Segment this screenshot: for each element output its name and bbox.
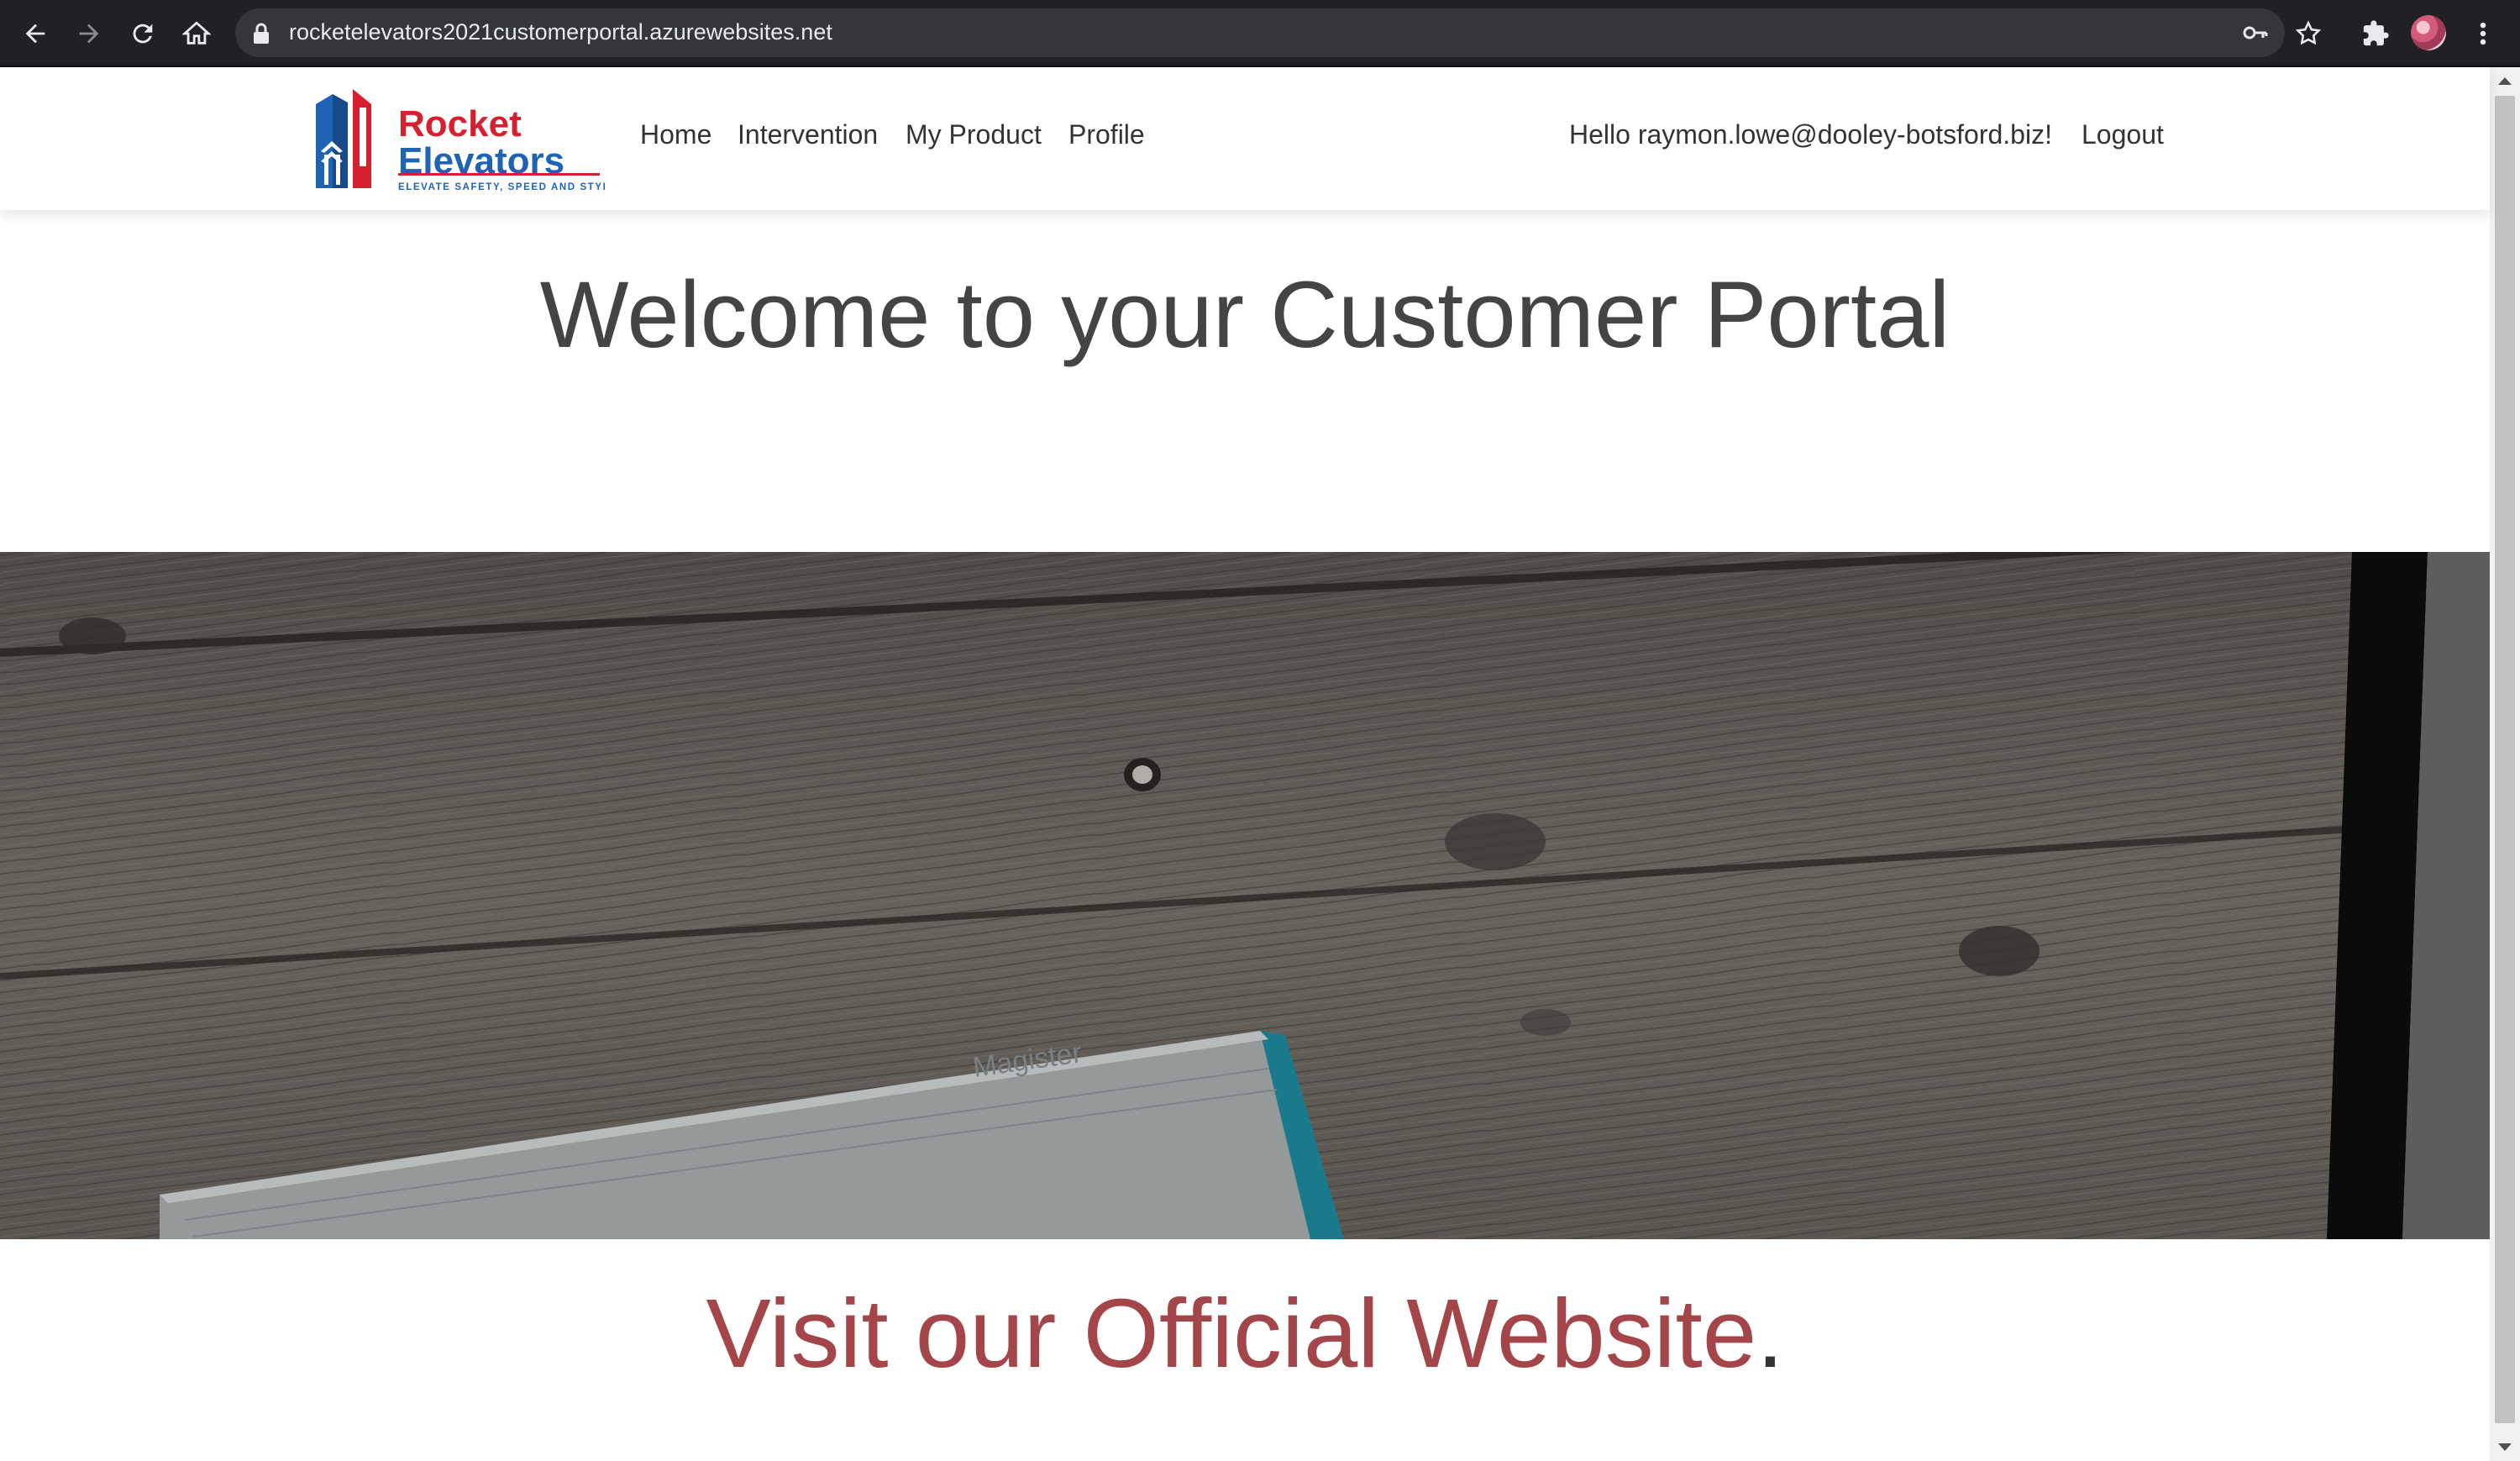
kebab-menu-icon[interactable] [2460,10,2507,57]
rocket-elevators-logo[interactable]: Rocket Elevators ELEVATE SAFETY, SPEED A… [311,86,605,193]
scrollbar-thumb[interactable] [2495,96,2515,1423]
home-icon[interactable] [173,10,220,57]
visit-period: . [1756,1279,1784,1388]
profile-avatar[interactable] [2411,15,2446,50]
user-greeting: Hello raymon.lowe@dooley-botsford.biz! [1569,119,2052,150]
lock-icon [252,23,270,45]
page-scrollbar[interactable] [2490,67,2520,1461]
reload-icon[interactable] [119,10,166,57]
wood-table-photo: Magister [0,552,2490,1239]
page-title: Welcome to your Customer Portal [539,262,1950,367]
nav-profile-link[interactable]: Profile [1068,119,1145,150]
puzzle-icon[interactable] [2352,10,2399,57]
nav-intervention-link[interactable]: Intervention [738,119,878,150]
scroll-down-icon[interactable] [2498,1443,2512,1451]
official-website-link[interactable]: Visit our Official Website [706,1279,1757,1388]
bookmark-star-icon[interactable] [2285,10,2332,57]
hero-image: Magister [0,552,2490,1239]
url-text[interactable]: rocketelevators2021customerportal.azurew… [289,19,832,45]
address-bar[interactable]: rocketelevators2021customerportal.azurew… [235,8,2285,57]
logo-word-rocket: Rocket [398,103,522,145]
logout-link[interactable]: Logout [2082,119,2164,150]
logo-tagline: ELEVATE SAFETY, SPEED AND STYLE [398,182,605,192]
forward-arrow-icon[interactable] [66,10,113,57]
site-navbar: Rocket Elevators ELEVATE SAFETY, SPEED A… [0,67,2490,210]
scroll-up-icon[interactable] [2498,77,2512,85]
nav-home-link[interactable]: Home [640,119,711,150]
back-arrow-icon[interactable] [12,10,59,57]
key-icon[interactable] [2243,24,2268,42]
nav-my-product-link[interactable]: My Product [906,119,1042,150]
visit-website-line: Visit our Official Website. [0,1277,2490,1390]
browser-toolbar: rocketelevators2021customerportal.azurew… [0,0,2520,67]
